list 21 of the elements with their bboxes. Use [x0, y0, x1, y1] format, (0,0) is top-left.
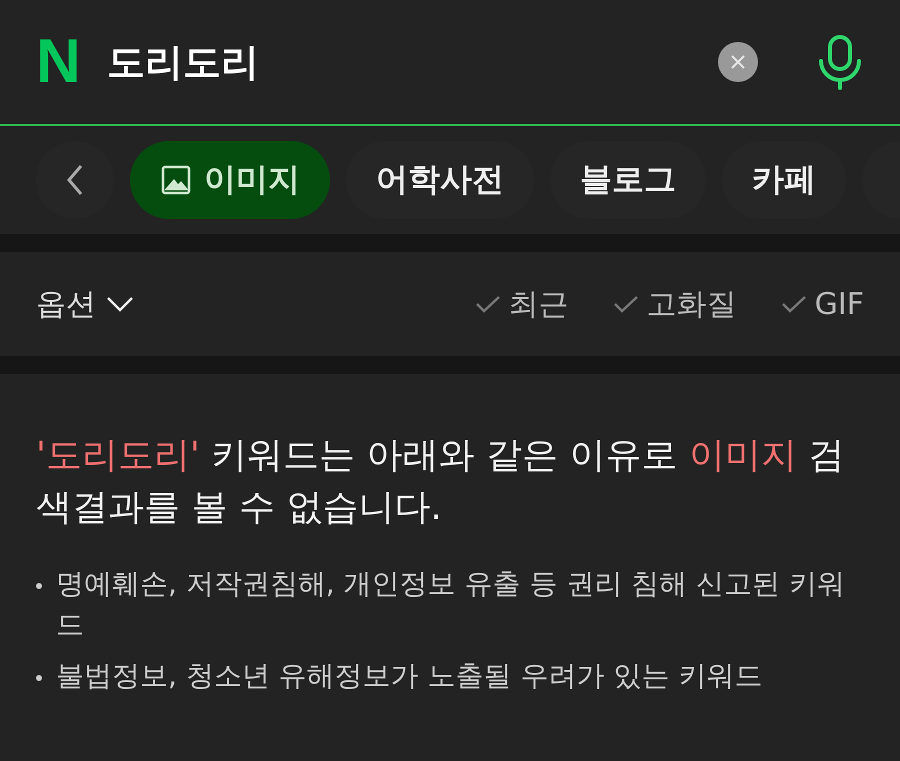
clear-button[interactable] — [718, 42, 758, 82]
check-icon — [474, 294, 501, 314]
logo[interactable]: N — [36, 31, 81, 93]
chevron-icon — [106, 296, 134, 312]
filter-toggle[interactable]: 고화질 — [612, 284, 737, 324]
category-tab[interactable]: 이미지 — [130, 141, 330, 219]
options-dropdown[interactable]: 옵션 — [36, 284, 134, 324]
filter-toggle[interactable]: GIF — [780, 286, 864, 322]
reason-text: 불법정보, 청소년 유해정보가 노출될 우려가 있는 키워드 — [56, 658, 762, 694]
bullet-icon — [36, 674, 42, 681]
bullet-icon — [36, 583, 42, 590]
reason-text: 명예훼손, 저작권침해, 개인정보 유출 등 권리 침해 신고된 키워드 — [56, 566, 846, 643]
close-icon — [729, 53, 747, 71]
filter-toggle[interactable]: 최근 — [474, 284, 569, 324]
chevron-left-icon — [65, 163, 85, 197]
check-icon — [780, 294, 807, 314]
search-field[interactable]: 도리도리 — [106, 36, 692, 88]
image-icon — [160, 164, 192, 196]
notice-message: '도리도리' 키워드는 아래와 같은 이유로 이미지 검색결과를 볼 수 없습니다. — [36, 434, 846, 530]
check-icon — [612, 294, 639, 314]
microphone-icon[interactable] — [816, 34, 864, 90]
